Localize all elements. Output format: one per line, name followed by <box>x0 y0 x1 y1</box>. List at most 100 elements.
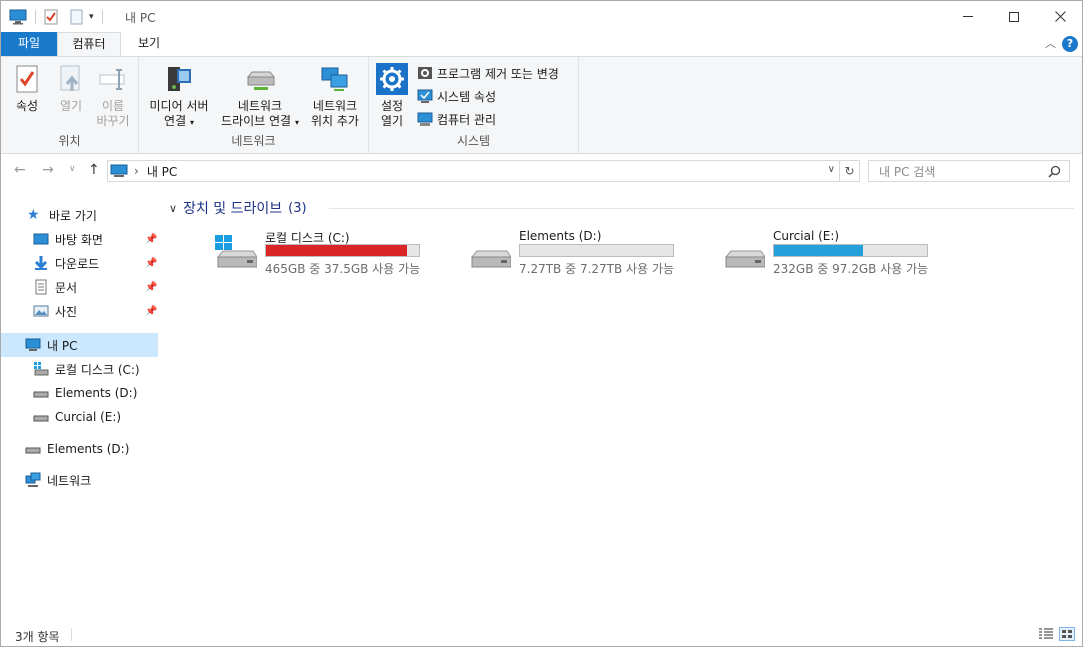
maximize-icon <box>1009 11 1019 22</box>
open-label: 열기 <box>59 99 83 113</box>
ribbon-collapse-icon[interactable]: ︿ <box>1045 35 1056 51</box>
refresh-button[interactable]: ↻ <box>840 160 860 182</box>
map-drive-label-1: 네트워크 <box>237 99 283 113</box>
large-icons-view-button[interactable] <box>1059 627 1075 641</box>
back-arrow-icon[interactable]: ← <box>14 162 26 178</box>
close-button[interactable] <box>1037 1 1083 32</box>
forward-arrow-icon[interactable]: → <box>42 162 54 178</box>
drive-icon <box>469 235 512 271</box>
nav-item-quick-access[interactable]: ★ 바로 가기 <box>27 203 157 227</box>
media-server-label-2: 연결 <box>164 114 187 128</box>
drive-tile[interactable]: 로컬 디스크 (C:) 465GB 중 37.5GB 사용 가능 <box>215 229 445 277</box>
settings-label-2: 열기 <box>380 114 404 128</box>
tab-computer[interactable]: 컴퓨터 <box>57 32 121 57</box>
map-network-drive-button[interactable]: 네트워크 드라이브 연결 ▾ <box>215 63 305 130</box>
rename-button[interactable]: 이름 바꾸기 <box>91 63 135 129</box>
drive-free-space: 465GB 중 37.5GB 사용 가능 <box>265 262 421 276</box>
tab-file[interactable]: 파일 <box>1 32 57 56</box>
this-pc-icon[interactable] <box>9 9 27 25</box>
properties-check-icon[interactable] <box>44 9 58 25</box>
navigation-pane: ★ 바로 가기 바탕 화면 📌 다운로드 📌 문서 📌 사진 📌 내 PC 로컬… <box>1 197 161 617</box>
divider <box>101 10 103 24</box>
computer-management-button[interactable]: 컴퓨터 관리 <box>417 109 496 129</box>
nav-item-documents[interactable]: 문서 <box>33 275 157 299</box>
recent-locations-chevron-icon[interactable]: ∨ <box>69 164 76 174</box>
this-pc-icon <box>25 337 41 353</box>
nav-item-downloads[interactable]: 다운로드 <box>33 251 157 275</box>
search-icon <box>1048 165 1061 178</box>
pin-icon[interactable]: 📌 <box>145 306 157 317</box>
nav-item-pictures[interactable]: 사진 <box>33 299 157 323</box>
map-drive-label-2: 드라이브 연결 <box>221 114 292 128</box>
properties-icon <box>11 63 43 95</box>
tab-view[interactable]: 보기 <box>123 32 175 56</box>
help-icon[interactable]: ? <box>1062 36 1078 52</box>
maximize-button[interactable] <box>991 1 1037 32</box>
breadcrumb-separator[interactable]: › <box>134 164 139 178</box>
pin-icon[interactable]: 📌 <box>145 234 157 245</box>
section-divider <box>329 208 1074 209</box>
system-properties-label: 시스템 속성 <box>437 89 497 104</box>
minimize-button[interactable] <box>945 1 991 32</box>
divider <box>35 10 36 24</box>
nav-item-local-disk-c[interactable]: 로컬 디스크 (C:) <box>33 357 157 381</box>
drive-icon <box>33 385 49 401</box>
media-server-label-1: 미디어 서버 <box>149 99 209 113</box>
status-bar: 3개 항목 <box>1 623 1082 646</box>
drive-usage-fill <box>266 245 407 256</box>
settings-label-1: 설정 <box>380 99 404 113</box>
rename-label-2: 바꾸기 <box>96 114 130 128</box>
system-properties-icon <box>417 88 433 104</box>
nav-label-downloads: 다운로드 <box>55 256 100 271</box>
group-label-location: 위치 <box>58 134 81 148</box>
uninstall-program-button[interactable]: 프로그램 제거 또는 변경 <box>417 63 559 83</box>
add-location-label-2: 위치 추가 <box>311 114 359 128</box>
chevron-down-icon: ▾ <box>294 118 299 127</box>
nav-item-elements-d-root[interactable]: Elements (D:) <box>25 437 157 461</box>
drive-name: Curcial (E:) <box>773 229 840 243</box>
nav-label-elements-d-root: Elements (D:) <box>47 442 130 456</box>
up-arrow-icon[interactable]: ↑ <box>88 162 100 178</box>
nav-item-network[interactable]: 네트워크 <box>25 468 157 492</box>
drive-tile[interactable]: Curcial (E:) 232GB 중 97.2GB 사용 가능 <box>723 229 953 277</box>
add-location-label-1: 네트워크 <box>312 99 358 113</box>
navigation-bar: ← → ∨ ↑ › 내 PC ∨ ↻ 내 PC 검색 <box>1 154 1082 188</box>
nav-label-elements-d: Elements (D:) <box>55 386 138 400</box>
drive-tile[interactable]: Elements (D:) 7.27TB 중 7.27TB 사용 가능 <box>469 229 699 277</box>
drive-free-space: 7.27TB 중 7.27TB 사용 가능 <box>519 262 675 276</box>
address-bar[interactable]: › 내 PC ∨ <box>107 160 840 182</box>
ribbon-tabs: 파일 컴퓨터 보기 ︿ ? <box>1 32 1082 57</box>
open-settings-button[interactable]: 설정 열기 <box>375 63 409 129</box>
nav-label-quick-access: 바로 가기 <box>49 208 97 223</box>
add-network-location-button[interactable]: 네트워크 위치 추가 <box>305 63 365 129</box>
pin-icon[interactable]: 📌 <box>145 282 157 293</box>
details-view-button[interactable] <box>1038 627 1054 641</box>
nav-item-curcial-e[interactable]: Curcial (E:) <box>33 405 157 429</box>
nav-label-this-pc: 내 PC <box>47 338 78 353</box>
nav-label-network: 네트워크 <box>47 473 92 488</box>
chevron-down-icon[interactable]: ▾ <box>89 12 94 22</box>
star-icon: ★ <box>27 207 40 223</box>
nav-item-this-pc[interactable]: 내 PC <box>1 333 158 357</box>
new-folder-icon[interactable] <box>70 9 83 25</box>
document-icon <box>33 279 49 295</box>
network-drive-icon <box>244 63 276 95</box>
nav-item-elements-d[interactable]: Elements (D:) <box>33 381 157 405</box>
uninstall-program-icon <box>417 65 433 81</box>
section-header-devices[interactable]: ∨ 장치 및 드라이브 (3) <box>169 198 307 218</box>
pin-icon[interactable]: 📌 <box>145 258 157 269</box>
explorer-window: ▾ 내 PC 파일 컴퓨터 보기 ︿ ? 속성 열기 이름 바꾸기 위치 미디어… <box>0 0 1083 647</box>
chevron-down-icon[interactable]: ∨ <box>828 164 835 175</box>
nav-item-desktop[interactable]: 바탕 화면 <box>33 227 157 251</box>
breadcrumb-this-pc[interactable]: 내 PC <box>147 163 177 180</box>
properties-button[interactable]: 속성 <box>7 63 47 114</box>
windows-drive-icon <box>33 361 49 377</box>
system-properties-button[interactable]: 시스템 속성 <box>417 86 496 106</box>
drive-usage-fill <box>774 245 863 256</box>
uninstall-program-label: 프로그램 제거 또는 변경 <box>437 66 559 81</box>
open-button[interactable]: 열기 <box>51 63 91 114</box>
search-input[interactable]: 내 PC 검색 <box>868 160 1070 182</box>
media-server-button[interactable]: 미디어 서버 연결 ▾ <box>145 63 213 130</box>
rename-label-1: 이름 <box>101 99 125 113</box>
nav-label-curcial-e: Curcial (E:) <box>55 410 122 424</box>
